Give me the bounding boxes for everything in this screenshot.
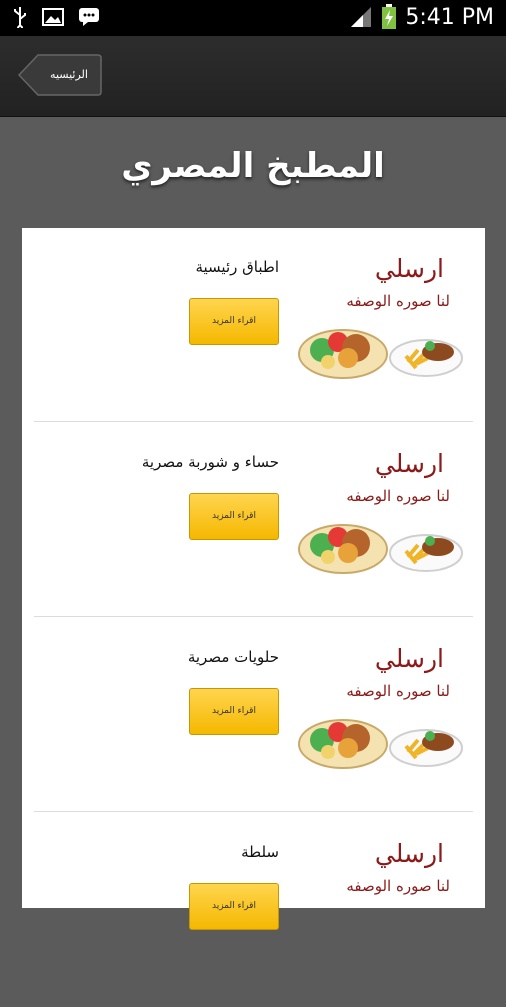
promo-line-1: ارسلي bbox=[374, 839, 444, 868]
battery-charging-icon bbox=[382, 4, 397, 29]
list-item[interactable]: سلطة اقراء المزيد ارسلي لنا صوره الوصفه bbox=[22, 813, 485, 1007]
promo-line-2: لنا صوره الوصفه bbox=[346, 877, 450, 895]
read-more-button[interactable]: اقراء المزيد bbox=[189, 298, 279, 345]
message-icon bbox=[79, 8, 99, 26]
page-title: المطبخ المصري bbox=[121, 146, 385, 186]
send-recipe-photo-banner[interactable]: ارسلي لنا صوره الوصفه bbox=[298, 441, 468, 591]
send-recipe-photo-banner[interactable]: ارسلي لنا صوره الوصفه bbox=[298, 636, 468, 786]
category-title: اطباق رئيسية bbox=[195, 258, 279, 276]
status-bar: 5:41 PM bbox=[0, 0, 506, 36]
read-more-button[interactable]: اقراء المزيد bbox=[189, 883, 279, 930]
food-plates-image bbox=[298, 719, 463, 769]
list-item[interactable]: حساء و شوربة مصرية اقراء المزيد ارسلي لن… bbox=[22, 423, 485, 617]
promo-line-2: لنا صوره الوصفه bbox=[346, 292, 450, 310]
back-button-label: الرئيسيه bbox=[50, 68, 88, 81]
action-bar: الرئيسيه bbox=[0, 36, 506, 117]
food-plates-image bbox=[298, 329, 463, 379]
send-recipe-photo-banner[interactable]: ارسلي لنا صوره الوصفه bbox=[298, 831, 468, 981]
divider bbox=[34, 421, 473, 422]
category-title: حساء و شوربة مصرية bbox=[141, 453, 279, 471]
divider bbox=[34, 616, 473, 617]
back-button[interactable]: الرئيسيه bbox=[18, 54, 102, 96]
promo-line-2: لنا صوره الوصفه bbox=[346, 682, 450, 700]
send-recipe-photo-banner[interactable]: ارسلي لنا صوره الوصفه bbox=[298, 246, 468, 396]
promo-line-1: ارسلي bbox=[374, 449, 444, 478]
promo-line-2: لنا صوره الوصفه bbox=[346, 487, 450, 505]
food-plates-image bbox=[298, 524, 463, 574]
category-title: حلويات مصرية bbox=[187, 648, 279, 666]
promo-line-1: ارسلي bbox=[374, 644, 444, 673]
list-item[interactable]: حلويات مصرية اقراء المزيد ارسلي لنا صوره… bbox=[22, 618, 485, 812]
category-list: اطباق رئيسية اقراء المزيد ارسلي لنا صوره… bbox=[22, 228, 485, 930]
list-item[interactable]: اطباق رئيسية اقراء المزيد ارسلي لنا صوره… bbox=[22, 228, 485, 422]
promo-line-1: ارسلي bbox=[374, 254, 444, 283]
signal-icon bbox=[351, 7, 372, 27]
read-more-button[interactable]: اقراء المزيد bbox=[189, 493, 279, 540]
usb-icon bbox=[14, 7, 26, 28]
category-title: سلطة bbox=[241, 843, 279, 861]
divider bbox=[34, 811, 473, 812]
read-more-button[interactable]: اقراء المزيد bbox=[189, 688, 279, 735]
clock: 5:41 PM bbox=[405, 4, 494, 30]
image-icon bbox=[42, 8, 64, 26]
